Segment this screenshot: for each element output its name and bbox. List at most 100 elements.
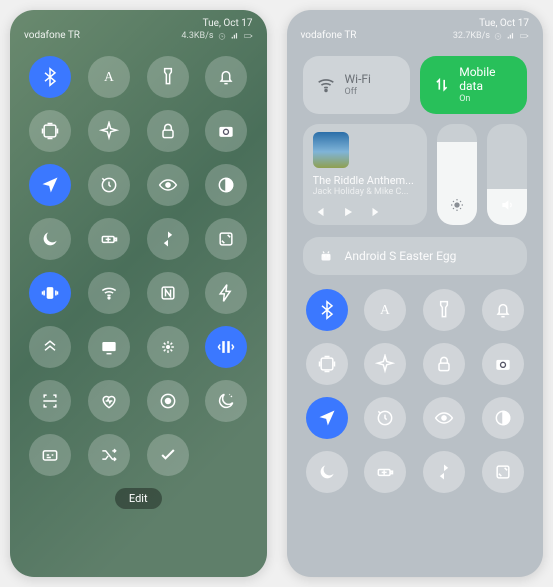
flashlight-icon [434,300,454,320]
font-tile[interactable]: A [364,289,406,331]
bluetooth-tile[interactable] [29,56,71,98]
collapse-tile[interactable] [29,326,71,368]
shuffle-tile[interactable] [88,434,130,476]
lock-tile[interactable] [147,110,189,152]
battery-tile[interactable] [88,218,130,260]
rotation-lock-tile[interactable] [88,164,130,206]
check-tile[interactable] [147,434,189,476]
caption-tile[interactable] [29,434,71,476]
battery-icon [519,31,529,41]
lock-icon [158,121,178,141]
heart-rate-icon [99,391,119,411]
sync-tile[interactable] [423,451,465,493]
nfc-tile[interactable] [147,272,189,314]
mobile-data-icon [432,74,451,96]
flashlight-tile[interactable] [147,56,189,98]
prev-icon[interactable] [313,205,327,219]
camera-tile[interactable] [482,343,524,385]
battery-icon [243,31,253,41]
wifi-signal-tile[interactable] [88,272,130,314]
font-tile[interactable]: A [88,56,130,98]
screen-right: vodafone TR Tue, Oct 17 32.7KB/s Wi-Fi O… [287,10,544,577]
android-icon [317,247,335,265]
airplane-tile[interactable] [364,343,406,385]
contrast-icon [493,408,513,428]
sparkle-tile[interactable] [147,326,189,368]
contrast-tile[interactable] [482,397,524,439]
battery-icon [99,229,119,249]
signal-icon [230,31,240,41]
display-tile[interactable] [88,326,130,368]
nfc-icon [158,283,178,303]
wifi-label: Wi-Fi [345,72,371,86]
rotation-lock-icon [375,408,395,428]
mobile-data-tile[interactable]: Mobile data On [420,56,527,114]
rotation-lock-icon [99,175,119,195]
resize-icon [216,229,236,249]
svg-text:A: A [381,302,391,317]
font-icon: A [375,300,395,320]
scan-tile[interactable] [29,380,71,422]
moon-tile[interactable] [29,218,71,260]
play-icon[interactable] [341,205,355,219]
split-icon [216,337,236,357]
dnd-bell-tile[interactable] [205,56,247,98]
easter-label: Android S Easter Egg [345,249,457,263]
screenshot-tile[interactable] [29,110,71,152]
eye-tile[interactable] [147,164,189,206]
sync-icon [158,229,178,249]
flashlight-icon [158,67,178,87]
lock-icon [434,354,454,374]
next-icon[interactable] [369,205,383,219]
contrast-tile[interactable] [205,164,247,206]
media-artist: Jack Holiday & Mike C... [313,187,417,197]
bluetooth-tile[interactable] [306,289,348,331]
resize-tile[interactable] [482,451,524,493]
brightness-icon [449,197,465,217]
airplane-tile[interactable] [88,110,130,152]
night-tile[interactable] [205,380,247,422]
alarm-icon [493,31,503,41]
dnd-bell-tile[interactable] [482,289,524,331]
sync-tile[interactable] [147,218,189,260]
resize-tile[interactable] [205,218,247,260]
flashlight-tile[interactable] [423,289,465,331]
screen-left: vodafone TR Tue, Oct 17 4.3KB/s A Edit [10,10,267,577]
battery-tile[interactable] [364,451,406,493]
rotation-lock-tile[interactable] [364,397,406,439]
split-tile[interactable] [205,326,247,368]
wifi-tile[interactable]: Wi-Fi Off [303,56,410,114]
lock-tile[interactable] [423,343,465,385]
sync-icon [434,462,454,482]
statusbar-left: vodafone TR Tue, Oct 17 4.3KB/s [10,10,267,45]
quick-tiles-grid: A [26,56,251,476]
record-tile[interactable] [147,380,189,422]
dnd-bell-icon [216,67,236,87]
vibrate-tile[interactable] [29,272,71,314]
easter-egg-tile[interactable]: Android S Easter Egg [303,237,528,275]
moon-tile[interactable] [306,451,348,493]
eye-tile[interactable] [423,397,465,439]
dnd-bell-icon [493,300,513,320]
heart-rate-tile[interactable] [88,380,130,422]
media-card[interactable]: The Riddle Anthem... Jack Holiday & Mike… [303,124,427,225]
resize-icon [493,462,513,482]
mobile-label: Mobile data [459,65,495,93]
flash-tile[interactable] [205,272,247,314]
volume-slider[interactable] [487,124,527,225]
collapse-icon [40,337,60,357]
edit-button[interactable]: Edit [115,488,162,509]
shuffle-icon [99,445,119,465]
statusbar-right: vodafone TR Tue, Oct 17 32.7KB/s [287,10,544,45]
flash-icon [216,283,236,303]
wifi-signal-icon [99,283,119,303]
location-tile[interactable] [29,164,71,206]
font-icon: A [99,67,119,87]
signal-icon [506,31,516,41]
brightness-slider[interactable] [437,124,477,225]
screenshot-tile[interactable] [306,343,348,385]
net-speed: 4.3KB/s [181,31,213,41]
location-tile[interactable] [306,397,348,439]
camera-tile[interactable] [205,110,247,152]
vibrate-icon [40,283,60,303]
